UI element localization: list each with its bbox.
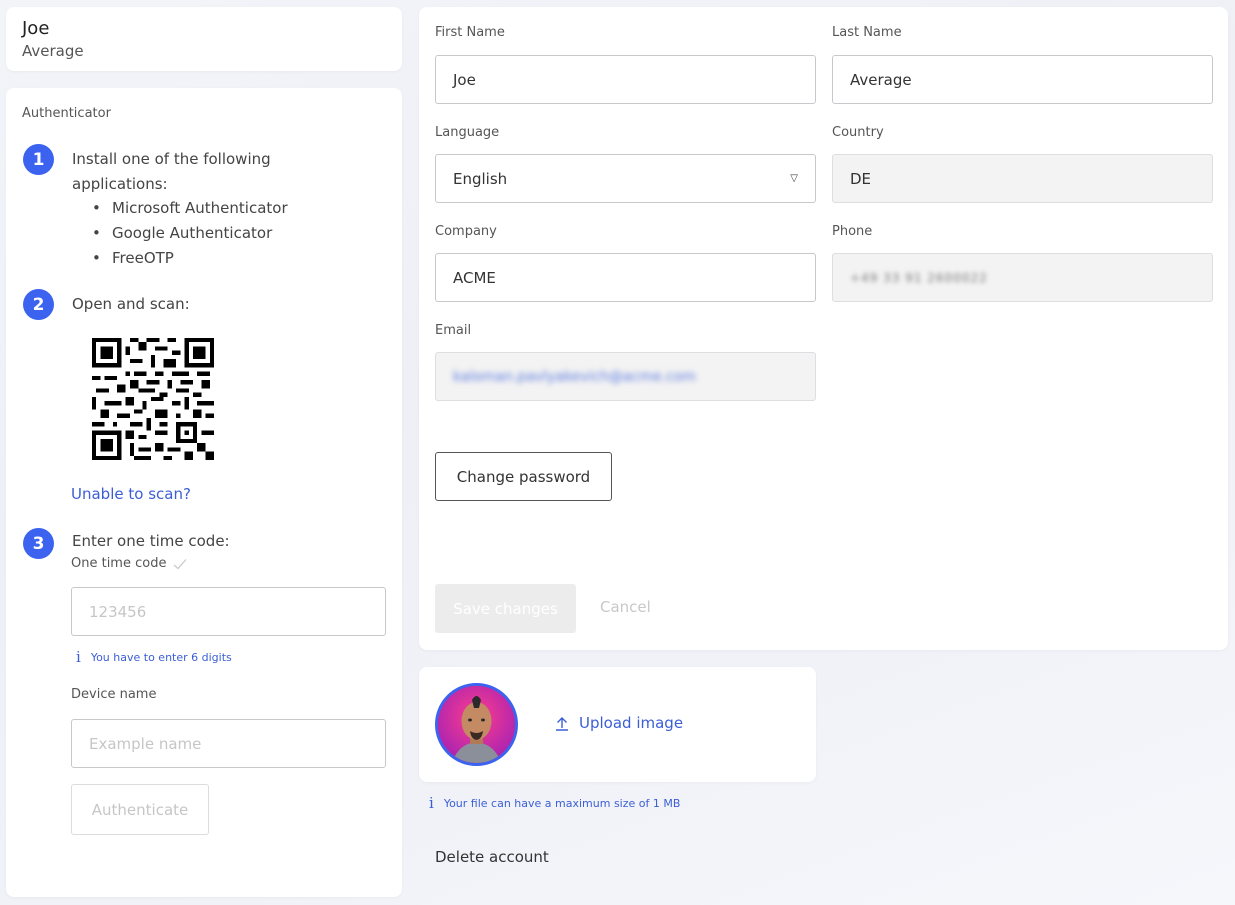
last-name-field[interactable]: Average bbox=[832, 55, 1213, 104]
file-size-hint-text: Your file can have a maximum size of 1 M… bbox=[443, 796, 681, 810]
file-size-hint: i Your file can have a maximum size of 1… bbox=[429, 794, 680, 812]
country-field: DE bbox=[832, 154, 1213, 203]
device-name-input[interactable] bbox=[71, 719, 386, 768]
first-name-field[interactable]: Joe bbox=[435, 55, 816, 104]
first-name-value: Joe bbox=[453, 70, 476, 89]
otp-label-row: One time code bbox=[71, 556, 187, 571]
step-1-line2: applications: bbox=[72, 175, 168, 193]
cancel-button[interactable]: Cancel bbox=[600, 598, 651, 616]
step-3-badge: 3 bbox=[23, 528, 54, 559]
authenticator-title: Authenticator bbox=[22, 106, 111, 121]
avatar-image bbox=[438, 686, 515, 763]
authenticate-button[interactable]: Authenticate bbox=[71, 784, 209, 835]
device-name-label: Device name bbox=[71, 687, 157, 702]
save-changes-button[interactable]: Save changes bbox=[435, 584, 576, 633]
company-field[interactable]: ACME bbox=[435, 253, 816, 302]
last-name-value: Average bbox=[850, 70, 912, 89]
user-name-card: Joe Average bbox=[6, 7, 402, 71]
otp-label: One time code bbox=[71, 556, 167, 571]
upload-image-button[interactable]: Upload image bbox=[555, 714, 683, 732]
email-label: Email bbox=[435, 323, 472, 338]
last-name-label: Last Name bbox=[832, 25, 902, 40]
step-1-line1: Install one of the following bbox=[72, 150, 271, 168]
app-list: Microsoft Authenticator Google Authentic… bbox=[92, 196, 288, 271]
app-list-item: Google Authenticator bbox=[92, 221, 288, 246]
user-last-name: Average bbox=[22, 42, 84, 60]
app-list-item: Microsoft Authenticator bbox=[92, 196, 288, 221]
check-icon bbox=[174, 558, 187, 569]
first-name-label: First Name bbox=[435, 25, 505, 40]
email-field: kaloman.pavlyakevich@acme.com bbox=[435, 352, 816, 401]
phone-value: +49 33 91 2600022 bbox=[850, 270, 988, 285]
chevron-down-icon: ▽ bbox=[790, 173, 798, 184]
otp-hint: i You have to enter 6 digits bbox=[76, 648, 232, 666]
info-icon: i bbox=[429, 794, 434, 812]
phone-label: Phone bbox=[832, 224, 873, 239]
company-label: Company bbox=[435, 224, 497, 239]
avatar-card: Upload image bbox=[419, 667, 816, 782]
language-value: English bbox=[453, 169, 508, 188]
delete-account-link[interactable]: Delete account bbox=[435, 848, 549, 866]
unable-to-scan-link[interactable]: Unable to scan? bbox=[71, 485, 191, 503]
phone-field: +49 33 91 2600022 bbox=[832, 253, 1213, 302]
step-1-text: Install one of the following application… bbox=[72, 147, 271, 197]
language-label: Language bbox=[435, 125, 500, 140]
profile-form-card: First Name Joe Last Name Average Languag… bbox=[419, 7, 1228, 650]
country-label: Country bbox=[832, 125, 884, 140]
change-password-button[interactable]: Change password bbox=[435, 452, 612, 501]
qr-code bbox=[92, 338, 214, 460]
step-3-text: Enter one time code: bbox=[72, 532, 230, 550]
language-select[interactable]: English ▽ bbox=[435, 154, 816, 203]
otp-input[interactable] bbox=[71, 587, 386, 636]
step-2-text: Open and scan: bbox=[72, 295, 190, 313]
email-value: kaloman.pavlyakevich@acme.com bbox=[453, 368, 696, 385]
company-value: ACME bbox=[453, 268, 496, 287]
authenticator-card: Authenticator 1 Install one of the follo… bbox=[6, 88, 402, 897]
otp-hint-text: You have to enter 6 digits bbox=[90, 650, 232, 664]
step-2-badge: 2 bbox=[23, 289, 54, 320]
app-list-item: FreeOTP bbox=[92, 246, 288, 271]
info-icon: i bbox=[76, 648, 81, 666]
upload-icon bbox=[556, 716, 568, 731]
user-first-name: Joe bbox=[22, 18, 50, 39]
upload-image-label: Upload image bbox=[579, 714, 684, 732]
country-value: DE bbox=[850, 169, 872, 188]
step-1-badge: 1 bbox=[23, 144, 54, 175]
avatar[interactable] bbox=[435, 683, 518, 766]
